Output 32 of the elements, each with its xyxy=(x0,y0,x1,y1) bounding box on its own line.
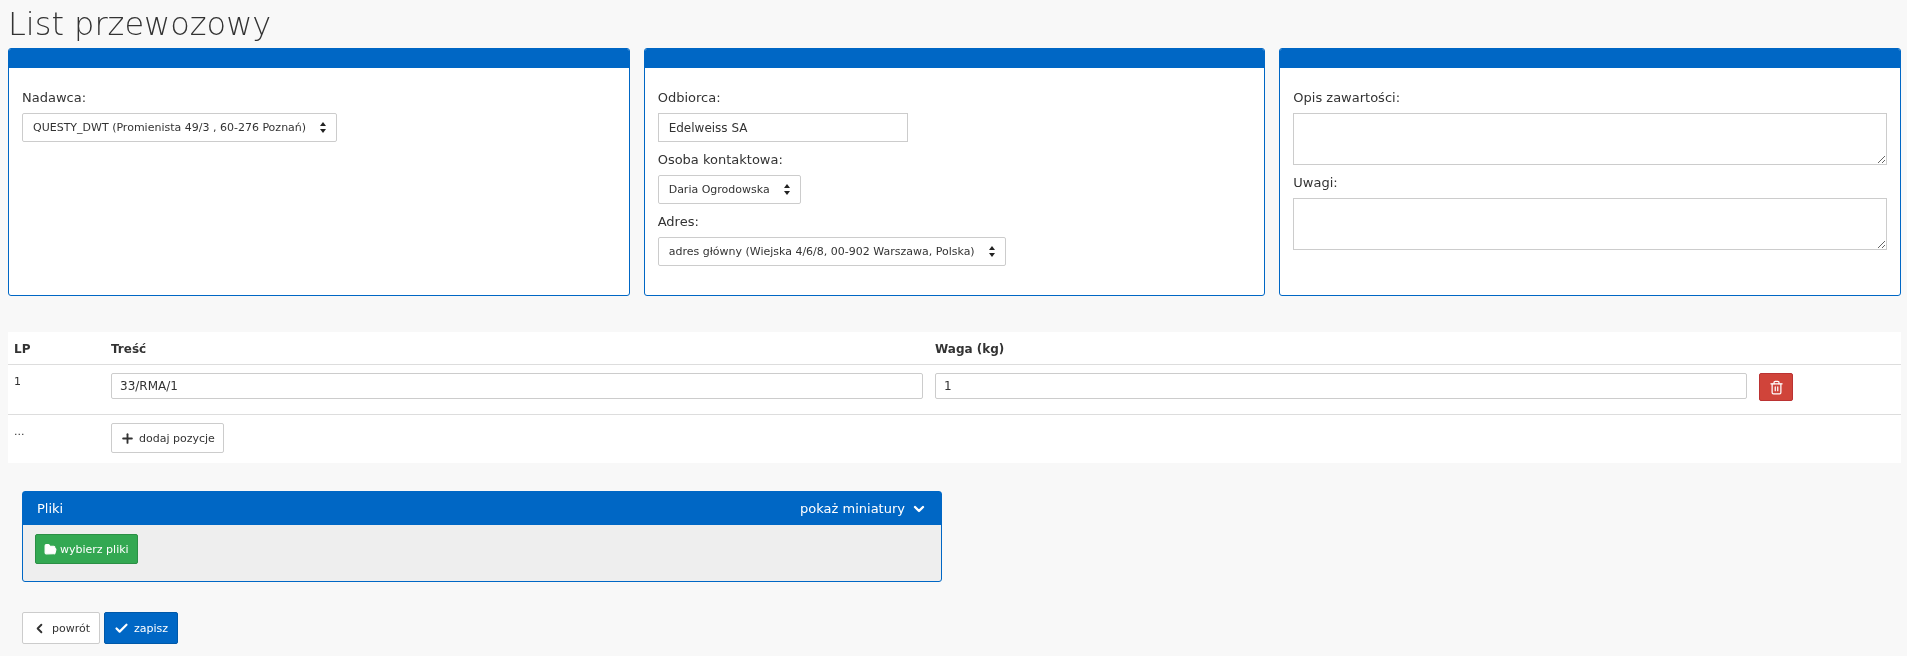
field-label: Odbiorca: xyxy=(657,90,722,105)
delete-button[interactable] xyxy=(1759,373,1793,401)
sort-arrows-icon xyxy=(988,246,995,257)
input-field[interactable]: Edelweiss SA xyxy=(657,113,908,142)
column-header: Treść xyxy=(111,341,148,356)
weight-input[interactable]: 1 xyxy=(935,373,1747,399)
back-button[interactable]: powrót xyxy=(22,612,101,644)
folder-icon xyxy=(44,542,57,556)
add-item-button[interactable]: dodaj pozycje xyxy=(111,423,224,453)
content-input[interactable]: 33/RMA/1 xyxy=(111,373,923,399)
field-label: Adres: xyxy=(657,214,700,229)
page-title: List przewozowy xyxy=(7,4,273,45)
select-field[interactable]: Daria Ogrodowska xyxy=(657,175,801,204)
field-label: Osoba kontaktowa: xyxy=(657,152,784,167)
thumbnails-toggle[interactable]: pokaż miniatury xyxy=(800,500,927,517)
text-area[interactable] xyxy=(1293,198,1887,250)
sort-arrows-icon xyxy=(783,184,790,195)
column-header: LP xyxy=(14,341,32,356)
field-label: Nadawca: xyxy=(22,90,88,105)
sort-arrows-icon xyxy=(320,122,327,133)
text-area[interactable] xyxy=(1293,113,1887,165)
trash-icon xyxy=(1768,379,1784,395)
field-label: Opis zawartości: xyxy=(1293,90,1402,105)
select-field[interactable]: adres główny (Wiejska 4/6/8, 00-902 Warszawa, Polska) xyxy=(657,237,1006,266)
row-number: ... xyxy=(14,424,26,438)
files-title: Pliki xyxy=(37,501,64,516)
row-number: 1 xyxy=(14,374,22,388)
field-label: Uwagi: xyxy=(1293,175,1339,190)
column-header: Waga (kg) xyxy=(935,341,1006,356)
plus-icon xyxy=(120,430,135,446)
save-button[interactable]: zapisz xyxy=(104,612,179,644)
select-field[interactable]: QUESTY_DWT (Promienista 49/3 , 60-276 Poznań) xyxy=(22,113,338,142)
